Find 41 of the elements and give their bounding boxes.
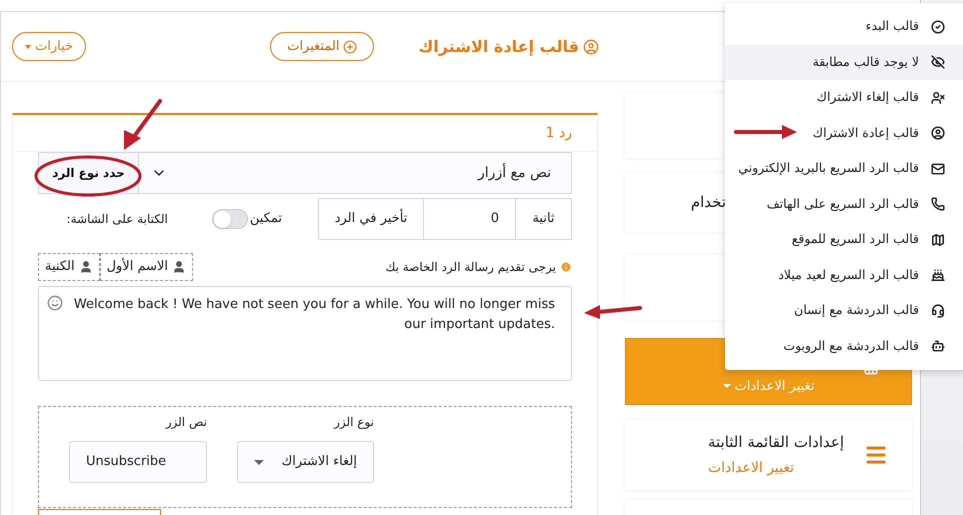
user-circle-icon — [931, 126, 945, 140]
eye-off-icon — [931, 55, 945, 70]
message-field[interactable]: Welcome back ! We have not seen you for a while. You will no longer miss our important updates. — [38, 286, 572, 381]
phone-icon — [931, 197, 945, 212]
plus-icon — [343, 40, 358, 54]
button-type-label: نوع الزر — [334, 414, 374, 431]
message-text: Welcome back ! We have not seen you for a while. You will no longer miss our important updates. — [72, 296, 555, 334]
cake-icon — [931, 268, 945, 282]
headset-icon — [931, 304, 945, 318]
button-text-input[interactable]: Unsubscribe — [69, 441, 207, 483]
button-type-select[interactable]: إلغاء الاشتراك — [237, 441, 374, 483]
delay-label: تأخير في الرد — [334, 209, 408, 229]
annotation-arrow — [124, 99, 162, 150]
annotation-arrow — [584, 305, 642, 319]
enable-label: تمكين — [250, 210, 282, 228]
typing-label: الكتابة على الشاشة: — [66, 211, 168, 228]
info-icon — [560, 261, 572, 273]
caret-icon — [254, 460, 264, 464]
variables-button[interactable]: المتغيرات — [270, 32, 374, 61]
button-text-label: نص الزر — [166, 414, 207, 431]
card-title: إعدادات القائمة الثابتة — [708, 432, 844, 454]
emoji-icon — [47, 295, 63, 311]
hint-text: يرجى تقديم رسالة الرد الخاصة بك — [385, 259, 556, 276]
window-title: قالب إعادة الاشتراك — [418, 36, 579, 58]
menu-item[interactable]: لا يوجد قالب مطابقة — [725, 44, 963, 80]
typing-toggle[interactable] — [212, 209, 248, 229]
variable-chip[interactable]: الكنية — [38, 253, 100, 281]
reply-title: رد 1 — [546, 124, 572, 142]
delay-unit-label: ثانية — [532, 210, 555, 228]
user-icon — [78, 260, 93, 274]
card-title: تخدام — [690, 192, 726, 214]
map-icon — [931, 232, 945, 247]
check-circle-icon — [931, 20, 945, 34]
annotation-arrow — [734, 125, 797, 139]
robot-icon — [931, 339, 945, 354]
mail-icon — [931, 162, 945, 176]
user-circle-icon — [583, 38, 599, 54]
user-icon — [172, 260, 186, 274]
variable-chip[interactable]: الاسم الأول — [100, 253, 194, 281]
user-off-icon — [931, 90, 945, 105]
delay-input[interactable]: 0 — [423, 199, 515, 239]
